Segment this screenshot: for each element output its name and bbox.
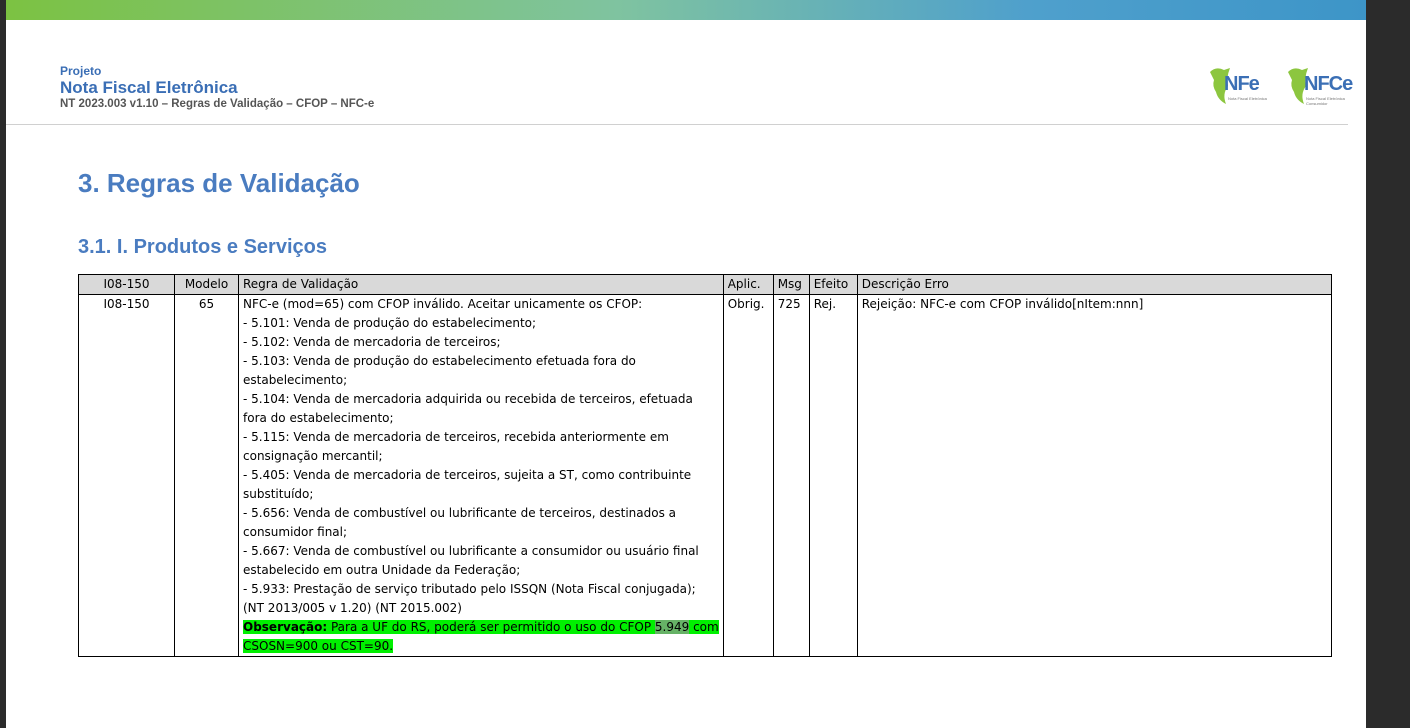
validation-rules-table: I08-150 Modelo Regra de Validação Aplic.… bbox=[78, 274, 1332, 657]
rule-line: - 5.933: Prestação de serviço tributado … bbox=[243, 582, 696, 596]
rule-line: - 5.101: Venda de produção do estabeleci… bbox=[243, 316, 537, 330]
header-subtitle: NT 2023.003 v1.10 – Regras de Validação … bbox=[60, 98, 375, 110]
col-header-aplic: Aplic. bbox=[722, 274, 774, 295]
logos: NFe Nota Fiscal Eletrônica NFCe Nota Fis… bbox=[1206, 64, 1353, 108]
rule-line: (NT 2013/005 v 1.20) (NT 2015.002) bbox=[243, 601, 462, 615]
observacao-cfop: 5.949 bbox=[654, 620, 690, 634]
observacao-line-1: Observação: Para a UF do RS, poderá ser … bbox=[243, 618, 719, 637]
rule-line: substituído; bbox=[243, 487, 314, 501]
observacao-line-2: CSOSN=900 ou CST=90. bbox=[243, 637, 719, 656]
rule-line: consignação mercantil; bbox=[243, 449, 383, 463]
nfe-logo-tag: Nota Fiscal Eletrônica bbox=[1228, 96, 1267, 101]
section-subtitle: 3.1. I. Produtos e Serviços bbox=[78, 236, 327, 258]
rule-line: - 5.115: Venda de mercadoria de terceiro… bbox=[243, 430, 669, 444]
header-title: Nota Fiscal Eletrônica bbox=[60, 78, 238, 97]
cell-aplic: Obrig. bbox=[722, 294, 774, 657]
cell-efeito: Rej. bbox=[808, 294, 858, 657]
col-header-regra: Regra de Validação bbox=[238, 274, 724, 295]
section-title: 3. Regras de Validação bbox=[78, 168, 360, 198]
rule-line: estabelecido em outra Unidade da Federaç… bbox=[243, 563, 521, 577]
observacao-text-2: CSOSN=900 ou CST=90. bbox=[243, 639, 394, 653]
cell-id: I08-150 bbox=[78, 294, 175, 657]
observacao-label: Observação: bbox=[243, 620, 328, 634]
rule-line: - 5.104: Venda de mercadoria adquirida o… bbox=[243, 392, 693, 406]
nfce-logo: NFCe Nota Fiscal Eletrônica Consumidor bbox=[1284, 64, 1353, 108]
cell-regra: NFC-e (mod=65) com CFOP inválido. Aceita… bbox=[238, 294, 724, 657]
col-header-descricao: Descrição Erro bbox=[856, 274, 1332, 295]
rule-line: - 5.656: Venda de combustível ou lubrifi… bbox=[243, 506, 677, 520]
document-header: Projeto Nota Fiscal Eletrônica NT 2023.0… bbox=[60, 64, 374, 111]
col-header-modelo: Modelo bbox=[174, 274, 239, 295]
col-header-id: I08-150 bbox=[78, 274, 175, 295]
rule-line: consumidor final; bbox=[243, 525, 348, 539]
nfce-logo-text: NFCe bbox=[1304, 73, 1353, 95]
nfce-logo-tag: Nota Fiscal Eletrônica Consumidor bbox=[1306, 96, 1345, 106]
table-row: I08-150 65 NFC-e (mod=65) com CFOP invál… bbox=[78, 294, 1332, 657]
rule-line: estabelecimento; bbox=[243, 373, 348, 387]
observacao-text: Para a UF do RS, poderá ser permitido o … bbox=[327, 620, 655, 634]
rule-line: - 5.667: Venda de combustível ou lubrifi… bbox=[243, 544, 699, 558]
rule-line: NFC-e (mod=65) com CFOP inválido. Aceita… bbox=[243, 297, 643, 311]
nfe-logo-text: NFe bbox=[1224, 73, 1260, 95]
header-divider bbox=[6, 124, 1348, 125]
nfe-logo: NFe Nota Fiscal Eletrônica bbox=[1206, 64, 1270, 108]
cell-modelo: 65 bbox=[174, 294, 239, 657]
col-header-msg: Msg bbox=[772, 274, 810, 295]
cell-msg: 725 bbox=[772, 294, 810, 657]
rule-line: - 5.103: Venda de produção do estabeleci… bbox=[243, 354, 636, 368]
table-header-row: I08-150 Modelo Regra de Validação Aplic.… bbox=[78, 274, 1332, 295]
cell-descricao: Rejeição: NFC-e com CFOP inválido[nItem:… bbox=[856, 294, 1332, 657]
top-gradient-bar bbox=[6, 0, 1366, 20]
rule-line: - 5.405: Venda de mercadoria de terceiro… bbox=[243, 468, 692, 482]
rule-line: fora do estabelecimento; bbox=[243, 411, 394, 425]
document-page: Projeto Nota Fiscal Eletrônica NT 2023.0… bbox=[6, 0, 1366, 728]
observacao-text-end: com bbox=[689, 620, 719, 634]
header-projeto: Projeto bbox=[60, 64, 102, 78]
rule-line: - 5.102: Venda de mercadoria de terceiro… bbox=[243, 335, 501, 349]
col-header-efeito: Efeito bbox=[808, 274, 858, 295]
